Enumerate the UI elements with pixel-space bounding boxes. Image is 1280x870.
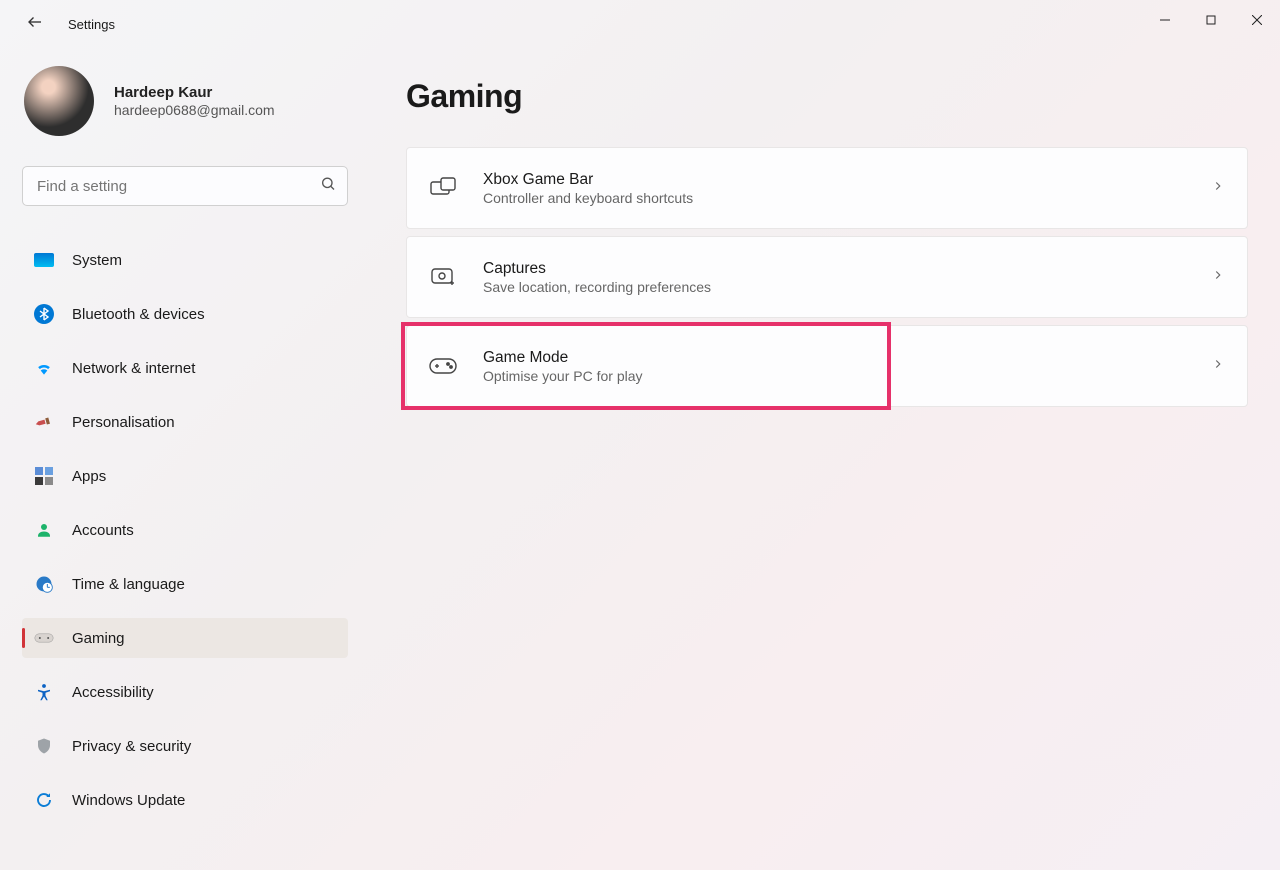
maximize-button[interactable] — [1188, 0, 1234, 40]
game-controller-icon — [34, 628, 54, 648]
nav: System Bluetooth & devices Network & int… — [22, 240, 348, 820]
sidebar: Hardeep Kaur hardeep0688@gmail.com Syste… — [0, 48, 370, 870]
person-icon — [34, 520, 54, 540]
nav-label: Gaming — [72, 630, 125, 647]
nav-label: Bluetooth & devices — [72, 306, 205, 323]
nav-label: Accessibility — [72, 684, 154, 701]
system-icon — [34, 253, 54, 267]
minimize-button[interactable] — [1142, 0, 1188, 40]
card-subtitle: Save location, recording preferences — [483, 279, 1211, 295]
nav-label: Time & language — [72, 576, 185, 593]
chevron-right-icon — [1211, 357, 1225, 376]
title-bar: Settings — [0, 0, 1280, 48]
card-captures[interactable]: Captures Save location, recording prefer… — [406, 236, 1248, 318]
card-title: Xbox Game Bar — [483, 171, 1211, 189]
wifi-icon — [34, 358, 54, 378]
bluetooth-icon — [34, 304, 54, 324]
paintbrush-icon — [30, 408, 57, 435]
update-icon — [34, 790, 54, 810]
settings-card-list: Xbox Game Bar Controller and keyboard sh… — [406, 147, 1248, 407]
game-mode-icon — [429, 357, 457, 375]
nav-accounts[interactable]: Accounts — [22, 510, 348, 550]
nav-label: Windows Update — [72, 792, 185, 809]
app-title: Settings — [68, 17, 115, 32]
nav-network[interactable]: Network & internet — [22, 348, 348, 388]
search-input[interactable] — [22, 166, 348, 206]
card-title: Captures — [483, 260, 1211, 278]
nav-time-language[interactable]: Time & language — [22, 564, 348, 604]
page-title: Gaming — [406, 78, 1250, 115]
search-icon — [320, 176, 336, 197]
nav-label: Apps — [72, 468, 106, 485]
nav-label: Network & internet — [72, 360, 195, 377]
window-controls — [1142, 0, 1280, 40]
user-profile[interactable]: Hardeep Kaur hardeep0688@gmail.com — [22, 66, 348, 136]
card-subtitle: Optimise your PC for play — [483, 368, 1211, 384]
nav-apps[interactable]: Apps — [22, 456, 348, 496]
clock-globe-icon — [34, 574, 54, 594]
nav-label: Personalisation — [72, 414, 175, 431]
avatar — [24, 66, 94, 136]
nav-label: System — [72, 252, 122, 269]
card-xbox-game-bar[interactable]: Xbox Game Bar Controller and keyboard sh… — [406, 147, 1248, 229]
nav-label: Privacy & security — [72, 738, 191, 755]
main-content: Gaming Xbox Game Bar Controller and keyb… — [370, 48, 1280, 870]
nav-label: Accounts — [72, 522, 134, 539]
nav-accessibility[interactable]: Accessibility — [22, 672, 348, 712]
card-game-mode[interactable]: Game Mode Optimise your PC for play — [406, 325, 1248, 407]
close-button[interactable] — [1234, 0, 1280, 40]
card-subtitle: Controller and keyboard shortcuts — [483, 190, 1211, 206]
shield-icon — [34, 736, 54, 756]
chevron-right-icon — [1211, 179, 1225, 198]
card-title: Game Mode — [483, 349, 1211, 367]
nav-windows-update[interactable]: Windows Update — [22, 780, 348, 820]
captures-icon — [429, 266, 457, 288]
nav-gaming[interactable]: Gaming — [22, 618, 348, 658]
chevron-right-icon — [1211, 268, 1225, 287]
apps-icon — [34, 466, 54, 486]
back-button[interactable] — [20, 7, 50, 42]
nav-bluetooth[interactable]: Bluetooth & devices — [22, 294, 348, 334]
user-name: Hardeep Kaur — [114, 84, 275, 101]
user-email: hardeep0688@gmail.com — [114, 102, 275, 118]
nav-personalisation[interactable]: Personalisation — [22, 402, 348, 442]
xbox-game-bar-icon — [429, 177, 457, 199]
accessibility-icon — [34, 682, 54, 702]
nav-privacy[interactable]: Privacy & security — [22, 726, 348, 766]
nav-system[interactable]: System — [22, 240, 348, 280]
